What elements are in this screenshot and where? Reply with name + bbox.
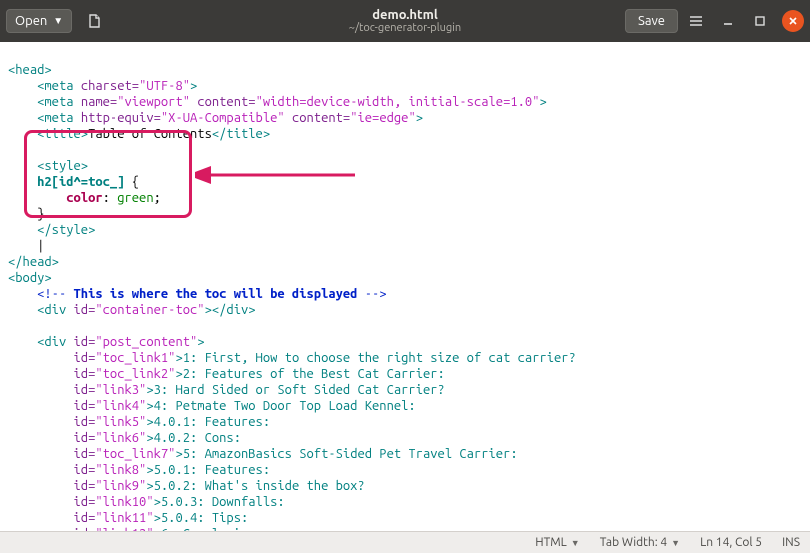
maximize-button[interactable] — [746, 7, 774, 35]
open-button[interactable]: Open ▼ — [6, 9, 72, 33]
status-insert-mode[interactable]: INS — [772, 536, 810, 549]
minimize-icon — [722, 15, 734, 27]
new-document-icon — [86, 13, 102, 29]
close-button[interactable] — [782, 10, 804, 32]
close-icon — [788, 16, 798, 26]
window-controls: Save — [625, 7, 804, 35]
editor-area[interactable]: <head> <meta charset="UTF-8"> <meta name… — [0, 42, 810, 531]
open-label: Open — [15, 14, 47, 28]
statusbar: HTML ▼ Tab Width: 4 ▼ Ln 14, Col 5 INS — [0, 531, 810, 553]
status-language-label: HTML — [535, 536, 567, 549]
chevron-down-icon: ▼ — [571, 538, 580, 548]
status-tabwidth[interactable]: Tab Width: 4 ▼ — [590, 536, 690, 549]
chevron-down-icon: ▼ — [671, 538, 680, 548]
hamburger-icon — [689, 14, 703, 28]
new-document-button[interactable] — [80, 7, 108, 35]
status-ins-label: INS — [782, 536, 800, 549]
minimize-button[interactable] — [714, 7, 742, 35]
maximize-icon — [754, 15, 766, 27]
status-tabwidth-label: Tab Width: 4 — [600, 536, 667, 549]
status-language[interactable]: HTML ▼ — [525, 536, 590, 549]
hamburger-menu-button[interactable] — [682, 7, 710, 35]
chevron-down-icon: ▼ — [53, 15, 63, 27]
code-content: <head> <meta charset="UTF-8"> <meta name… — [8, 46, 802, 531]
save-label: Save — [638, 14, 665, 28]
save-button[interactable]: Save — [625, 9, 678, 33]
status-cursor-pos: Ln 14, Col 5 — [690, 536, 772, 549]
titlebar: Open ▼ demo.html ~/toc-generator-plugin … — [0, 0, 810, 42]
